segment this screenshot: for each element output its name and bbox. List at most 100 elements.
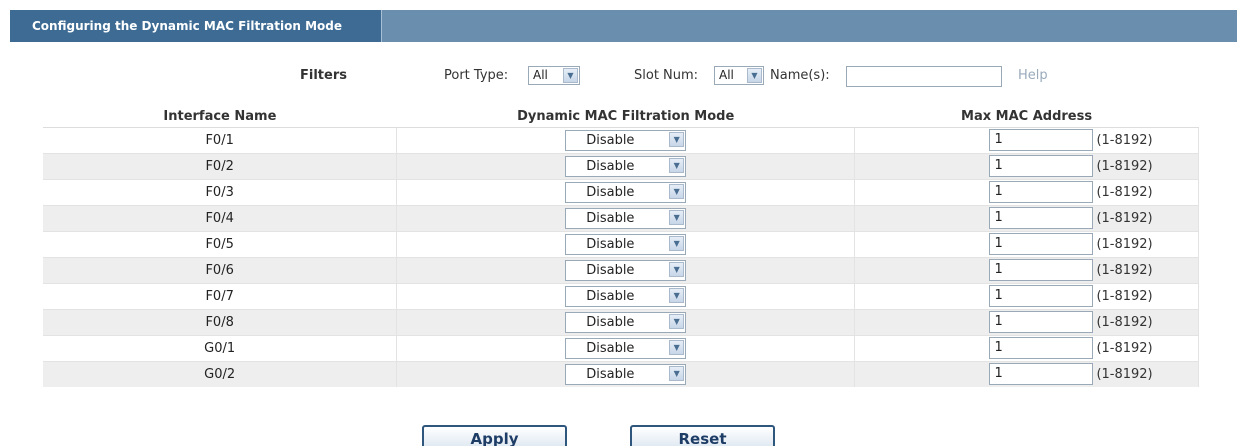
mode-select[interactable]: Disable ▼ [565,363,687,385]
interface-name-cell: F0/1 [43,126,398,153]
chevron-down-icon[interactable]: ▼ [669,209,685,225]
interface-name-cell: F0/7 [43,282,398,309]
max-mac-input[interactable]: 1 [989,207,1094,229]
mode-select[interactable]: Disable ▼ [565,337,687,359]
mode-cell: Disable ▼ [396,256,856,283]
mode-cell: Disable ▼ [396,126,856,153]
interface-table: Interface Name Dynamic MAC Filtration Mo… [43,106,1199,387]
mode-select[interactable]: Disable ▼ [565,181,687,203]
max-mac-cell: 1 (1-8192) [854,282,1199,309]
filters-bar: Filters Port Type: All ▼ Slot Num: All ▼… [0,64,1237,88]
range-hint: (1-8192) [1096,340,1153,356]
names-input[interactable] [846,66,1002,87]
range-hint: (1-8192) [1096,262,1153,278]
filters-label: Filters [300,68,347,83]
table-row: F0/5 Disable ▼ 1 (1-8192) [43,230,1199,257]
help-link[interactable]: Help [1018,68,1048,83]
mode-value: Disable [586,210,635,226]
chevron-down-icon[interactable]: ▼ [669,287,685,303]
mode-cell: Disable ▼ [396,282,856,309]
table-row: G0/1 Disable ▼ 1 (1-8192) [43,334,1199,361]
table-row: F0/2 Disable ▼ 1 (1-8192) [43,152,1199,179]
mode-select[interactable]: Disable ▼ [565,155,687,177]
max-mac-input[interactable]: 1 [989,233,1094,255]
table-row: G0/2 Disable ▼ 1 (1-8192) [43,360,1199,387]
reset-button[interactable]: Reset [630,425,775,446]
mode-select[interactable]: Disable ▼ [565,129,687,151]
range-hint: (1-8192) [1096,158,1153,174]
interface-name-cell: G0/2 [43,360,398,387]
interface-name-cell: G0/1 [43,334,398,361]
range-hint: (1-8192) [1096,132,1153,148]
max-mac-cell: 1 (1-8192) [854,230,1199,257]
max-mac-cell: 1 (1-8192) [854,308,1199,335]
chevron-down-icon[interactable]: ▼ [669,157,685,173]
mode-value: Disable [586,262,635,278]
slot-num-select[interactable]: All ▼ [714,66,764,85]
port-type-select[interactable]: All ▼ [528,66,580,85]
mode-value: Disable [586,132,635,148]
apply-button[interactable]: Apply [422,425,567,446]
max-mac-input[interactable]: 1 [989,363,1094,386]
interface-name-cell: F0/3 [43,178,398,205]
mode-cell: Disable ▼ [396,360,856,387]
mode-select[interactable]: Disable ▼ [565,285,687,307]
range-hint: (1-8192) [1096,314,1153,330]
chevron-down-icon[interactable]: ▼ [669,313,685,329]
page-title: Configuring the Dynamic MAC Filtration M… [10,10,382,42]
max-mac-input[interactable]: 1 [989,259,1094,281]
interface-name-cell: F0/6 [43,256,398,283]
range-hint: (1-8192) [1096,366,1153,382]
table-row: F0/4 Disable ▼ 1 (1-8192) [43,204,1199,231]
chevron-down-icon[interactable]: ▼ [669,261,685,277]
column-header: Dynamic MAC Filtration Mode [396,106,855,128]
port-type-value: All [533,68,548,82]
chevron-down-icon[interactable]: ▼ [669,365,685,381]
mode-value: Disable [586,288,635,304]
max-mac-cell: 1 (1-8192) [854,126,1199,153]
max-mac-input[interactable]: 1 [989,337,1094,359]
mode-cell: Disable ▼ [396,152,856,179]
max-mac-cell: 1 (1-8192) [854,152,1199,179]
table-row: F0/3 Disable ▼ 1 (1-8192) [43,178,1199,205]
mode-cell: Disable ▼ [396,178,856,205]
max-mac-input[interactable]: 1 [989,311,1094,333]
chevron-down-icon[interactable]: ▼ [669,339,685,355]
column-header: Interface Name [43,106,397,128]
table-row: F0/7 Disable ▼ 1 (1-8192) [43,282,1199,309]
chevron-down-icon[interactable]: ▼ [563,68,578,83]
mode-value: Disable [586,314,635,330]
mode-select[interactable]: Disable ▼ [565,233,687,255]
max-mac-input[interactable]: 1 [989,129,1094,151]
range-hint: (1-8192) [1096,210,1153,226]
max-mac-cell: 1 (1-8192) [854,360,1199,387]
chevron-down-icon[interactable]: ▼ [669,131,685,147]
max-mac-cell: 1 (1-8192) [854,334,1199,361]
mode-select[interactable]: Disable ▼ [565,207,687,229]
interface-name-cell: F0/5 [43,230,398,257]
max-mac-input[interactable]: 1 [989,155,1094,177]
interface-name-cell: F0/2 [43,152,398,179]
mode-select[interactable]: Disable ▼ [565,259,687,281]
mode-value: Disable [586,366,635,382]
mode-cell: Disable ▼ [396,308,856,335]
mode-value: Disable [586,340,635,356]
interface-name-cell: F0/4 [43,204,398,231]
table-row: F0/6 Disable ▼ 1 (1-8192) [43,256,1199,283]
slot-num-label: Slot Num: [634,68,699,83]
max-mac-cell: 1 (1-8192) [854,204,1199,231]
chevron-down-icon[interactable]: ▼ [669,235,685,251]
max-mac-input[interactable]: 1 [989,285,1094,307]
column-header: Max MAC Address [854,106,1199,128]
table-row: F0/1 Disable ▼ 1 (1-8192) [43,126,1199,153]
mode-value: Disable [586,158,635,174]
chevron-down-icon[interactable]: ▼ [669,183,685,199]
slot-num-value: All [719,68,734,82]
mode-value: Disable [586,184,635,200]
chevron-down-icon[interactable]: ▼ [747,68,762,83]
table-header-row: Interface Name Dynamic MAC Filtration Mo… [43,106,1199,128]
range-hint: (1-8192) [1096,288,1153,304]
max-mac-input[interactable]: 1 [989,181,1094,203]
mode-select[interactable]: Disable ▼ [565,311,687,333]
max-mac-cell: 1 (1-8192) [854,256,1199,283]
